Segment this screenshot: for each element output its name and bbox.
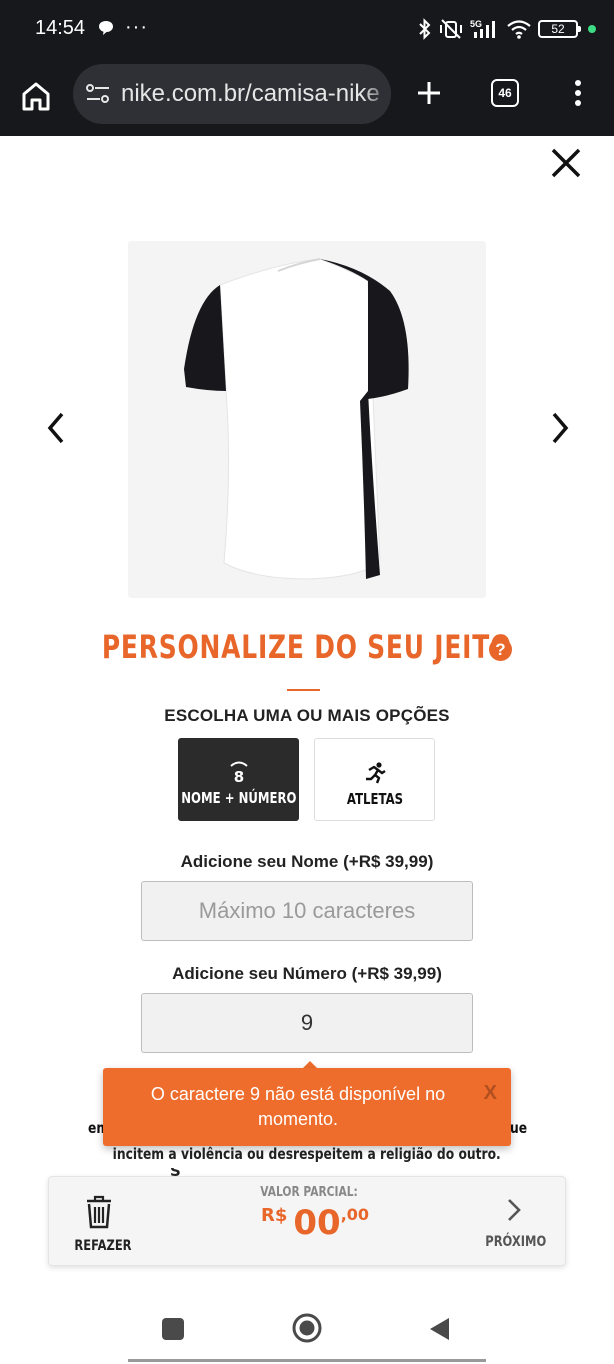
recents-icon[interactable] xyxy=(162,1318,184,1340)
number-input[interactable] xyxy=(141,993,473,1053)
next-label: PRÓXIMO xyxy=(485,1234,547,1250)
jersey-number-icon: 8 xyxy=(178,760,299,784)
notice-line-text: incitem a violência ou desrespeitem a re… xyxy=(112,1145,502,1163)
redo-button[interactable]: REFAZER xyxy=(69,1195,132,1254)
notice-line: incitem a violência ou desrespeitem a re… xyxy=(0,1145,614,1163)
tab-count: 46 xyxy=(498,86,512,100)
page-title: PERSONALIZE DO SEU JEITO xyxy=(0,628,614,666)
option-athletes-label: ATLETAS xyxy=(346,790,403,808)
toast-message: O caractere 9 não está disponível no mom… xyxy=(150,1084,446,1129)
bluetooth-icon xyxy=(419,18,431,40)
name-input[interactable] xyxy=(141,881,473,941)
battery-indicator: 52 xyxy=(538,20,581,38)
address-bar[interactable]: nike.com.br/camisa-nike xyxy=(73,64,391,124)
option-name-number[interactable]: 8 NOME + NÚMERO xyxy=(178,738,299,821)
next-button[interactable]: PRÓXIMO xyxy=(479,1197,549,1250)
notice-fragment-right: ue xyxy=(510,1119,528,1137)
site-settings-icon[interactable] xyxy=(85,82,111,106)
status-bar: 14:54 ··· 5G 52 xyxy=(0,0,614,58)
option-name-number-label: NOME + NÚMERO xyxy=(180,789,297,807)
gesture-bar xyxy=(128,1359,486,1362)
new-tab-icon[interactable] xyxy=(414,78,444,108)
trash-icon xyxy=(87,1195,111,1229)
athlete-running-icon xyxy=(315,761,434,785)
next-image-arrow[interactable] xyxy=(548,408,572,448)
notice-cut-text: S xyxy=(170,1168,470,1176)
price-display: R$ 00,00 xyxy=(261,1203,369,1243)
status-time: 14:54 xyxy=(35,17,86,39)
battery-level: 52 xyxy=(551,22,565,36)
name-field-label: Adicione seu Nome (+R$ 39,99) xyxy=(180,852,434,871)
browser-toolbar: nike.com.br/camisa-nike 46 xyxy=(0,58,614,136)
price-currency: R$ xyxy=(261,1205,288,1226)
help-icon[interactable]: ? xyxy=(489,638,512,661)
product-image xyxy=(128,241,486,598)
partial-value-label: VALOR PARCIAL: xyxy=(260,1185,358,1200)
network-type-label: 5G xyxy=(470,19,482,29)
status-icons: 5G 52 xyxy=(418,16,596,42)
number-field-label: Adicione seu Número (+R$ 39,99) xyxy=(172,964,442,983)
chat-notification-icon xyxy=(99,21,113,35)
previous-image-arrow[interactable] xyxy=(44,408,68,448)
error-toast: O caractere 9 não está disponível no mom… xyxy=(103,1068,511,1146)
vibrate-off-icon xyxy=(440,19,462,39)
close-icon[interactable] xyxy=(548,145,584,181)
browser-menu-icon[interactable] xyxy=(568,78,588,108)
price-bar: REFAZER VALOR PARCIAL: R$ 00,00 PRÓXIMO xyxy=(48,1176,566,1266)
option-athletes[interactable]: ATLETAS xyxy=(314,738,435,821)
privacy-dot-icon xyxy=(588,25,596,33)
options-subheading: ESCOLHA UMA OU MAIS OPÇÕES xyxy=(164,706,450,725)
svg-text:8: 8 xyxy=(233,768,243,784)
home-icon[interactable] xyxy=(18,78,54,114)
back-triangle-icon[interactable] xyxy=(427,1316,451,1342)
title-divider xyxy=(287,689,320,691)
tab-switcher-button[interactable]: 46 xyxy=(491,79,519,107)
signal-icon: 5G xyxy=(470,19,495,38)
headline-text: PERSONALIZE DO SEU JEITO xyxy=(101,628,513,666)
help-glyph: ? xyxy=(495,639,506,659)
price-integer: 00 xyxy=(293,1203,341,1243)
notice-cut-line: S xyxy=(170,1168,470,1176)
url-text: nike.com.br/camisa-nike xyxy=(121,80,380,107)
toast-close-button[interactable]: X xyxy=(484,1082,497,1105)
url-fade xyxy=(363,64,391,124)
jersey-back-illustration xyxy=(184,258,409,580)
home-circle-icon[interactable] xyxy=(291,1312,323,1344)
wifi-icon xyxy=(507,20,531,39)
system-nav-bar xyxy=(0,1296,614,1364)
redo-label: REFAZER xyxy=(74,1238,132,1254)
chevron-right-icon xyxy=(508,1199,521,1221)
more-notifications-icon: ··· xyxy=(125,16,148,38)
price-decimals: ,00 xyxy=(340,1205,370,1224)
